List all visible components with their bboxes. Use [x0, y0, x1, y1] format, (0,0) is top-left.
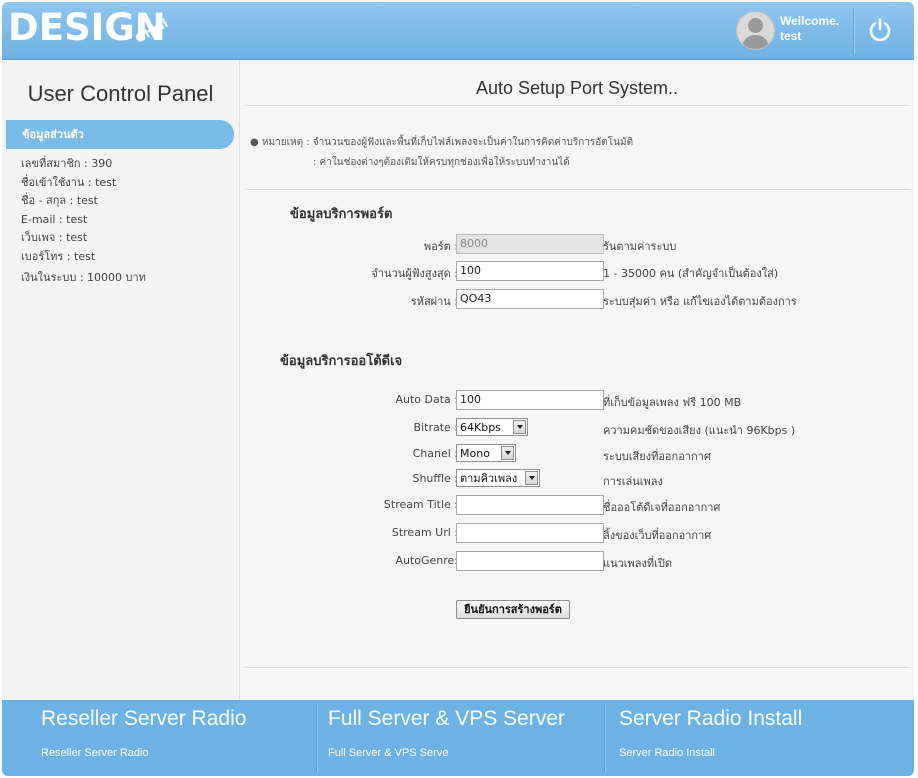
auto-data-field[interactable]: 100	[456, 390, 604, 410]
info-full-name: ชื่อ - สกุล : test	[21, 194, 98, 207]
shuffle-label: Shuffle :	[412, 472, 458, 485]
info-email: E-mail : test	[21, 212, 88, 226]
section-autodj-title: ข้อมูลบริการออโต้ดีเจ	[280, 354, 403, 369]
autogenre-label: AutoGenre:	[395, 554, 458, 567]
row-password: รหัสผ่าน : QO43 ระบบสุ่มค่า หรือ แก้ไขเอ…	[240, 289, 914, 309]
chanel-label: Chanel :	[412, 447, 458, 460]
autogenre-field[interactable]	[456, 551, 604, 571]
sidebar-title: User Control Panel	[27, 81, 214, 106]
row-listeners: จำนวนผู้ฟังสูงสุด : 100 1 - 35000 คน (สำ…	[240, 261, 914, 281]
footer-link-full-server[interactable]: Full Server & VPS Serve	[328, 747, 448, 759]
row-bitrate: Bitrate : 64Kbps ความคมชัดของเสียง (แนะน…	[240, 418, 914, 438]
footer-title-reseller[interactable]: Reseller Server Radio	[41, 707, 246, 731]
chanel-value: Mono	[460, 447, 490, 460]
info-webpage: เว็บเพจ : test	[21, 231, 88, 244]
user-info-list: เลขที่สมาชิก : 390 ชื่อเข้าใช้งาน : test…	[21, 155, 146, 288]
footer-col-radio-install: Server Radio Install Server Radio Instal…	[606, 700, 906, 776]
max-listeners-field[interactable]: 100	[456, 261, 604, 281]
port-field: 8000	[456, 234, 604, 254]
info-login-name: ชื่อเข้าใช้งาน : test	[21, 175, 117, 189]
stream-url-field[interactable]	[456, 523, 604, 543]
shuffle-hint: การเล่นเพลง	[603, 475, 663, 488]
row-autogenre: AutoGenre: แนวเพลงที่เปิด	[240, 551, 914, 571]
listeners-hint: 1 - 35000 คน (สำคัญจำเป็นต้องใส่)	[603, 267, 779, 280]
sidebar: User Control Panel ข้อมูลส่วนตัว เลขที่ส…	[2, 60, 240, 700]
autodata-hint: ที่เก็บข้อมูลเพลง ฟรี 100 MB	[603, 396, 742, 409]
stream-title-hint: ชื่อออโต้ดีเจที่ออกอากาศ	[603, 501, 721, 514]
avatar-body-shape	[742, 35, 769, 49]
stream-url-label: Stream Url :	[391, 526, 458, 539]
note-line-2: : ค่าในช่องต่างๆต้องเติมให้ครบทุกช่องเพื…	[313, 157, 570, 168]
listeners-label: จำนวนผู้ฟังสูงสุด :	[371, 267, 458, 280]
info-member-id: เลขที่สมาชิก : 390	[21, 157, 113, 170]
chanel-hint: ระบบเสียงที่ออกอากาศ	[603, 450, 711, 463]
username-label: test	[780, 29, 802, 43]
welcome-text: Wellcome. test	[780, 14, 839, 44]
chevron-down-icon	[525, 471, 538, 485]
password-label: รหัสผ่าน :	[410, 295, 458, 308]
autogenre-hint: แนวเพลงที่เปิด	[603, 557, 673, 570]
info-phone: เบอร์โทร : test	[21, 249, 96, 263]
stream-url-hint: ลิ้งของเว็บที่ออกอากาศ	[603, 529, 712, 542]
shuffle-value: ตามคิวเพลง	[460, 472, 518, 485]
row-stream-title: Stream Title : ชื่อออโต้ดีเจที่ออกอากาศ	[240, 495, 914, 515]
row-stream-url: Stream Url : ลิ้งของเว็บที่ออกอากาศ	[240, 523, 914, 543]
power-icon[interactable]	[866, 16, 894, 44]
footer-col-full-server: Full Server & VPS Server Full Server & V…	[318, 700, 604, 776]
row-shuffle: Shuffle : ตามคิวเพลง การเล่นเพลง	[240, 469, 914, 489]
footer-divider	[604, 704, 605, 772]
note-line-1: ● หมายเหตุ : จำนวนของผู้ฟังและพื้นที่เก็…	[250, 137, 634, 148]
info-balance: เงินในระบบ : 10000 บาท	[21, 271, 146, 284]
section-port-title: ข้อมูลบริการพอร์ต	[290, 207, 393, 222]
page-title: Auto Setup Port System..	[475, 78, 679, 98]
stream-title-field[interactable]	[456, 495, 604, 515]
sidebar-tab-personal-info[interactable]: ข้อมูลส่วนตัว	[6, 120, 234, 149]
main-panel: Auto Setup Port System.. ● หมายเหตุ : จำ…	[240, 60, 914, 700]
password-field[interactable]: QO43	[456, 289, 604, 309]
shuffle-select[interactable]: ตามคิวเพลง	[456, 469, 540, 487]
chanel-select[interactable]: Mono	[456, 444, 516, 462]
welcome-label: Wellcome.	[780, 14, 840, 28]
port-hint: รันตามค่าระบบ	[603, 240, 677, 253]
bitrate-select[interactable]: 64Kbps	[456, 418, 528, 436]
password-hint: ระบบสุ่มค่า หรือ แก้ไขเองได้ตามต้องการ	[603, 295, 797, 308]
row-autodata: Auto Data : 100 ที่เก็บข้อมูลเพลง ฟรี 10…	[240, 390, 914, 410]
footer-col-reseller: Reseller Server Radio Reseller Server Ra…	[2, 700, 312, 776]
stream-title-label: Stream Title :	[383, 498, 458, 511]
row-port: พอร์ต : 8000 รันตามค่าระบบ	[240, 234, 914, 254]
avatar-head-shape	[748, 18, 763, 33]
divider-top	[246, 105, 910, 106]
bitrate-hint: ความคมชัดของเสียง (แนะนำ 96Kbps )	[603, 424, 796, 437]
row-chanel: Chanel : Mono ระบบเสียงที่ออกอากาศ	[240, 444, 914, 464]
bitrate-value: 64Kbps	[460, 421, 501, 434]
top-header: DESIGN Ohmi Wellcome. test	[2, 2, 914, 60]
chevron-down-icon	[501, 446, 514, 460]
page-frame: DESIGN Ohmi Wellcome. test User Control …	[2, 2, 914, 776]
footer: Reseller Server Radio Reseller Server Ra…	[2, 700, 914, 776]
avatar[interactable]	[736, 11, 775, 50]
divider-bottom	[246, 667, 910, 668]
footer-title-radio-install[interactable]: Server Radio Install	[619, 707, 802, 731]
bitrate-label: Bitrate :	[413, 421, 458, 434]
header-divider	[853, 8, 854, 54]
port-label: พอร์ต :	[423, 240, 458, 253]
footer-divider	[316, 704, 317, 772]
footer-link-reseller[interactable]: Reseller Server Radio	[41, 747, 149, 759]
confirm-create-port-button[interactable]: ยืนยันการสร้างพอร์ต	[456, 600, 570, 619]
divider-notes	[246, 189, 910, 190]
footer-title-full-server[interactable]: Full Server & VPS Server	[328, 707, 565, 731]
autodata-label: Auto Data :	[395, 393, 458, 406]
chevron-down-icon	[513, 420, 526, 434]
footer-link-radio-install[interactable]: Server Radio Install	[619, 747, 715, 759]
